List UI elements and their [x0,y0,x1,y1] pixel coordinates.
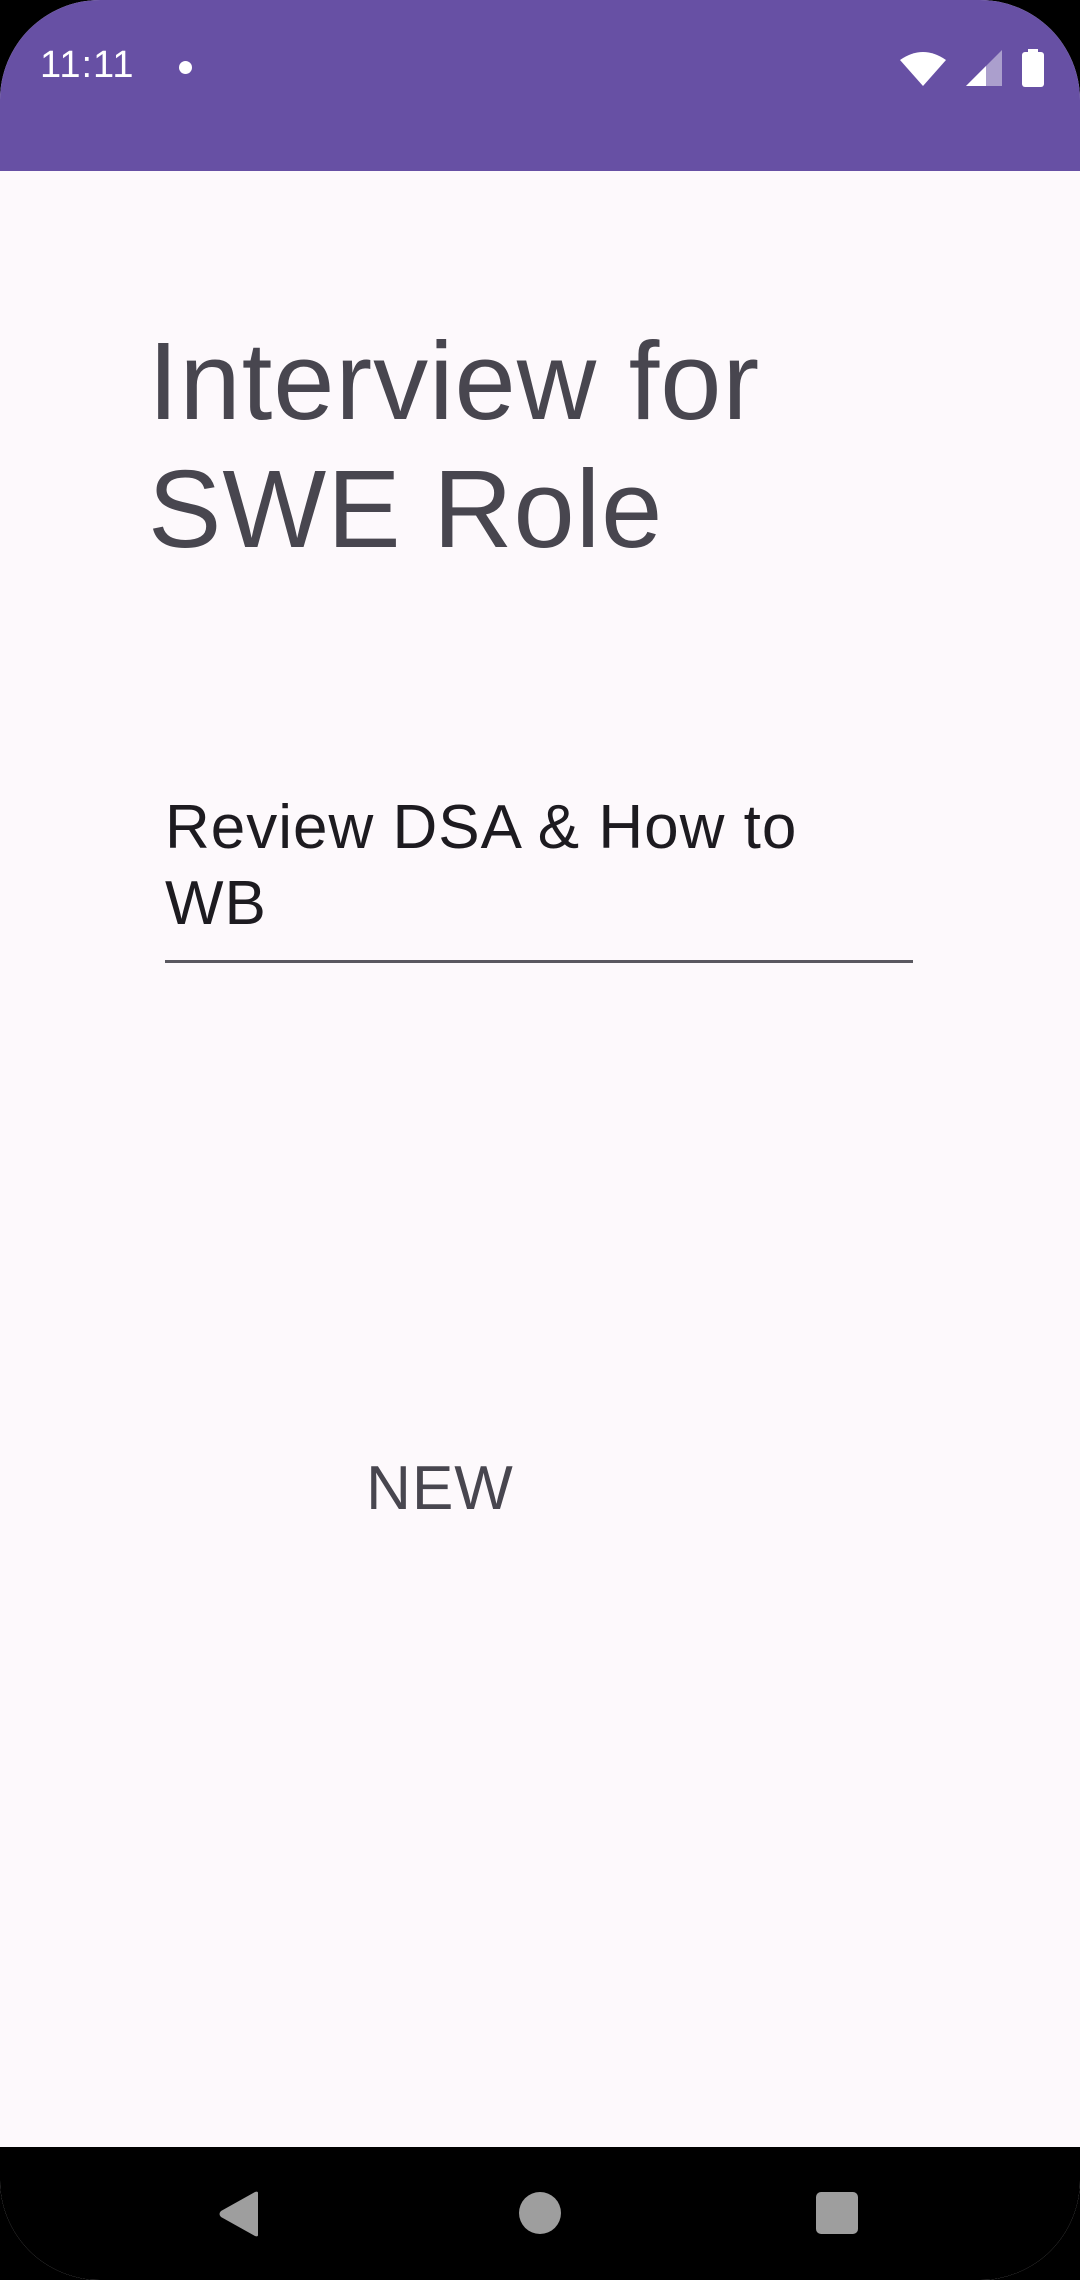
new-button[interactable]: NEW [330,1440,550,1536]
app-screen: 11:11 Interview for SWE Role Review DSA … [0,0,1080,2280]
recents-icon[interactable] [816,2192,858,2234]
wifi-icon [900,50,946,86]
page-title: Interview for SWE Role [148,320,761,571]
home-icon[interactable] [519,2192,561,2234]
task-input-field[interactable]: Review DSA & How to WB [165,790,913,963]
status-bar: 11:11 [0,0,1080,171]
cellular-signal-icon [966,50,1002,86]
task-input[interactable]: Review DSA & How to WB [165,790,825,942]
status-icons [900,48,1044,88]
battery-icon [1022,49,1044,87]
back-icon[interactable] [218,2191,260,2242]
notification-dot-icon [179,61,192,74]
status-time: 11:11 [40,44,135,86]
navigation-bar [0,2147,1080,2280]
